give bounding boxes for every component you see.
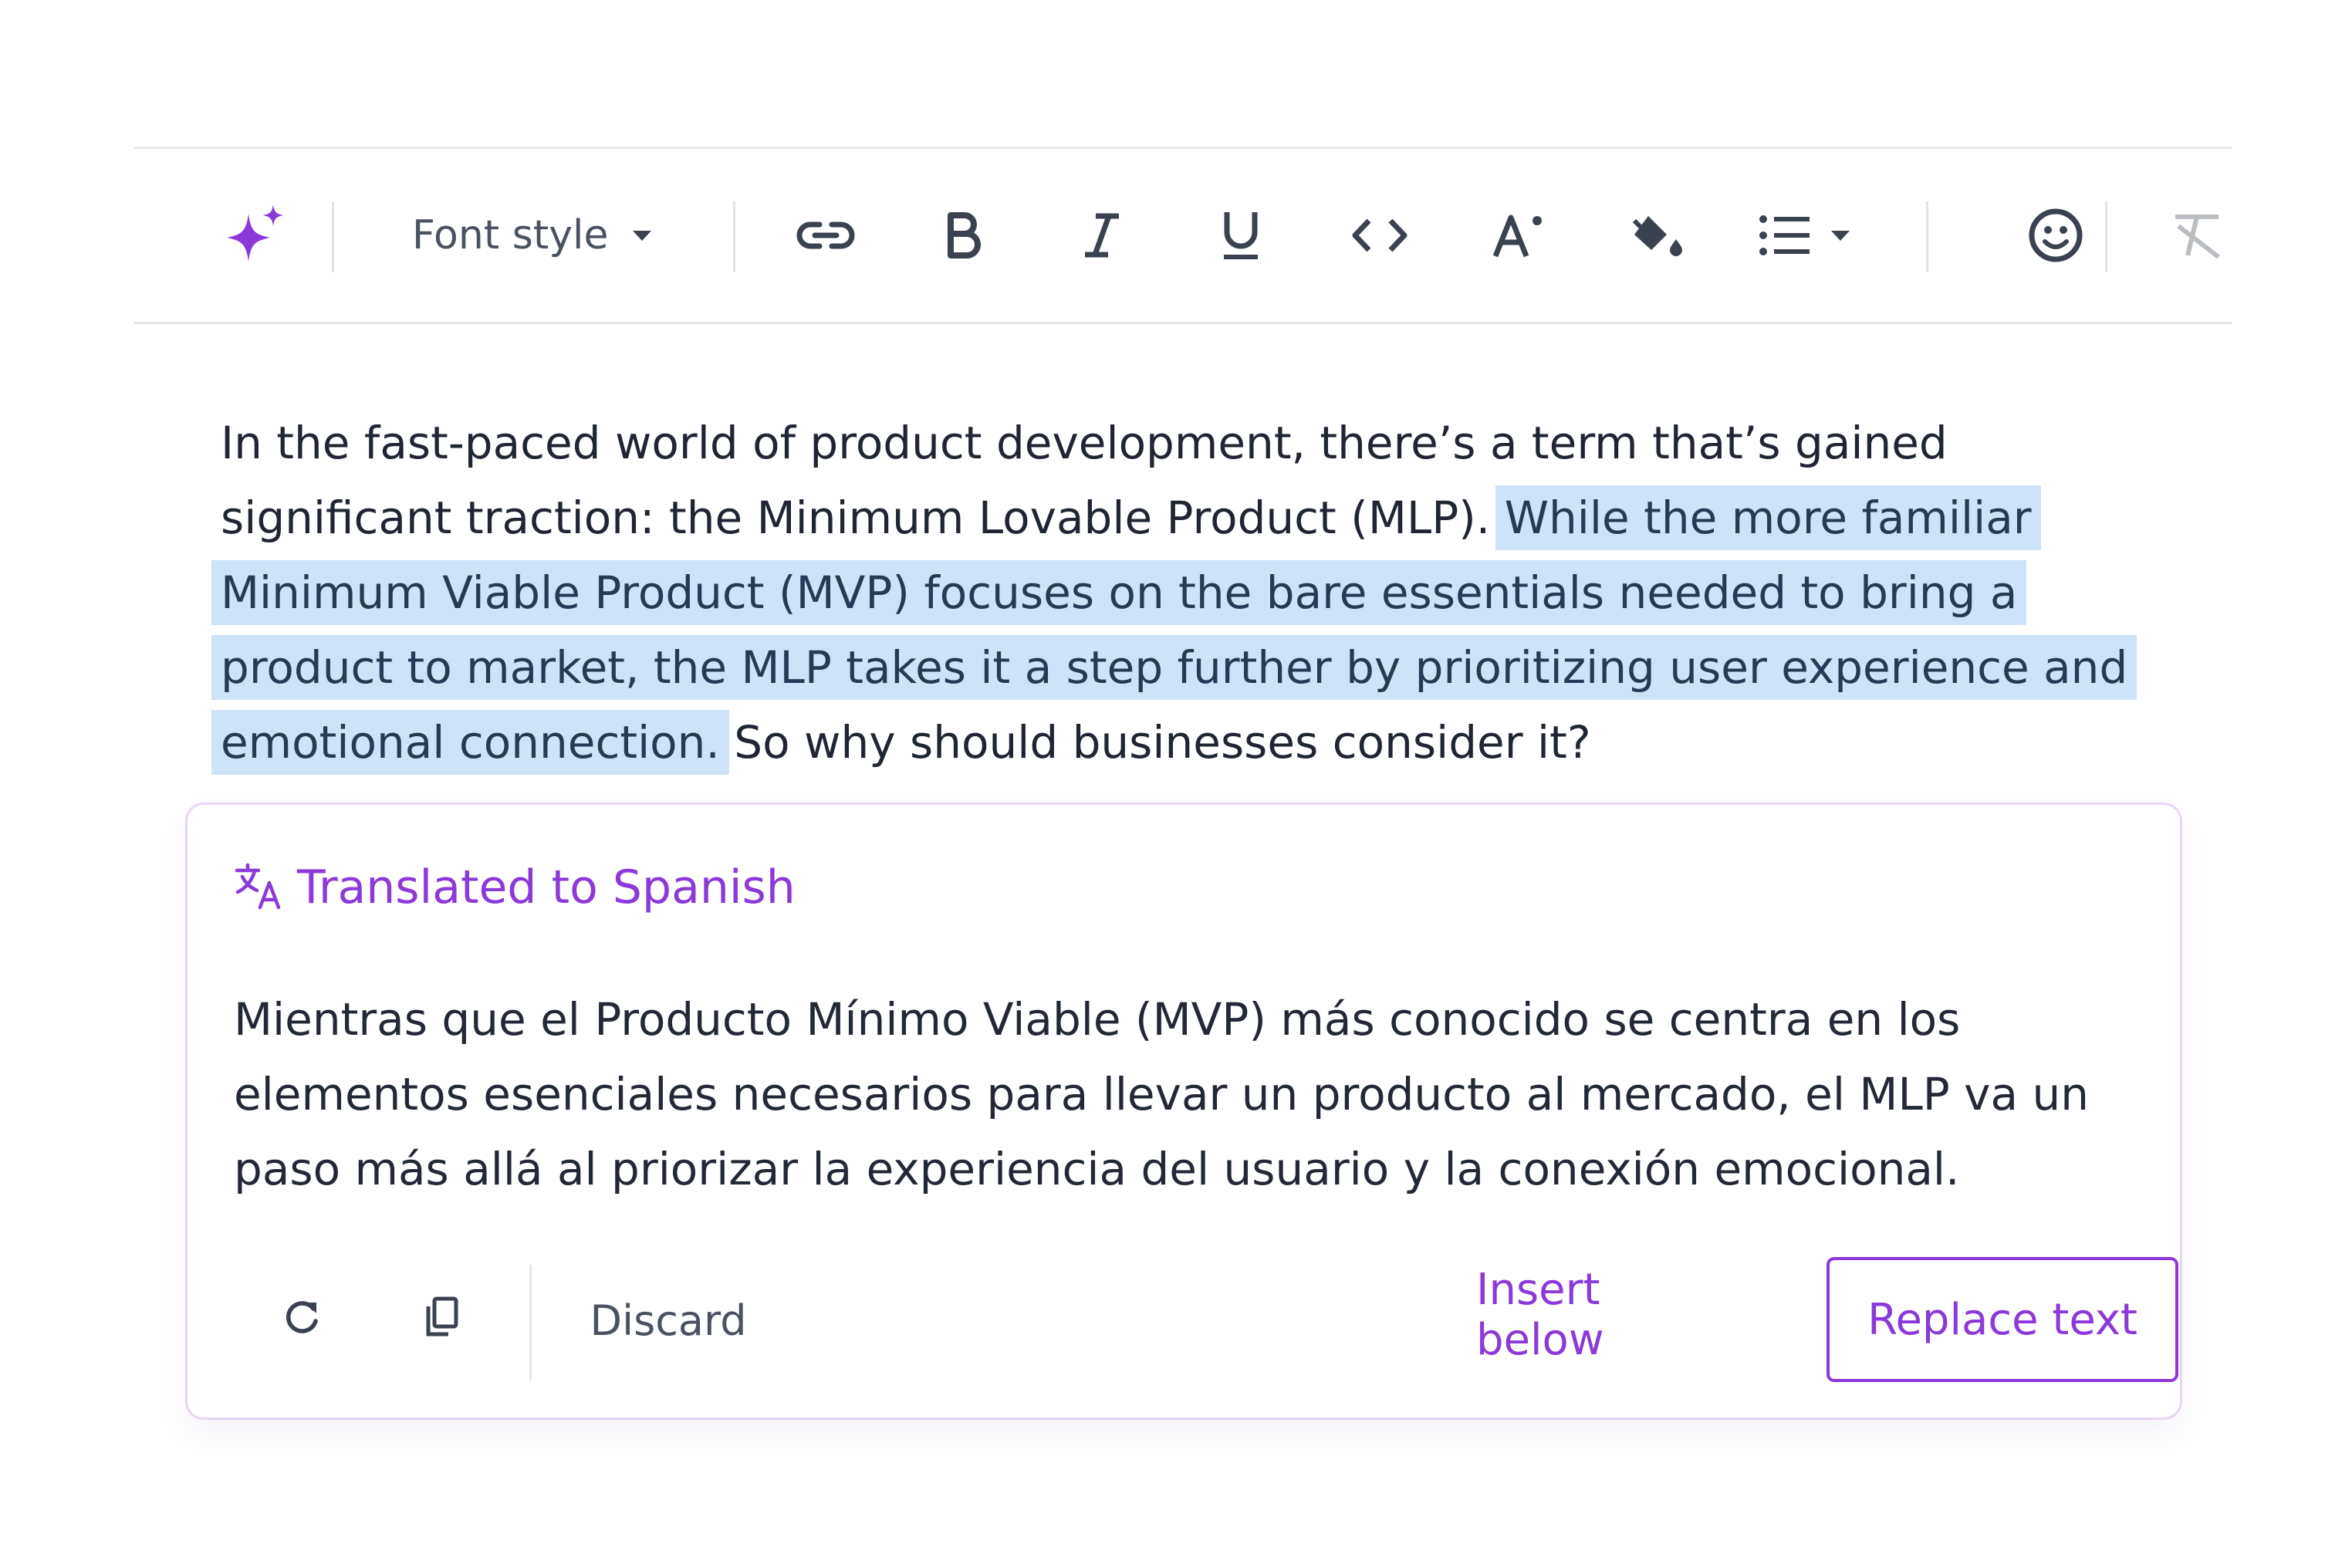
copy-icon [424,1296,461,1342]
italic-icon [1082,212,1122,259]
toolbar-separator [733,201,735,272]
discard-button[interactable]: Discard [587,1283,749,1357]
chevron-down-icon [631,228,653,242]
text-size-icon [1492,211,1545,259]
font-style-label: Font style [412,212,609,259]
sparkle-icon [224,203,289,268]
fill-color-button[interactable] [1619,149,1696,322]
emoji-button[interactable] [2017,149,2094,322]
italic-button[interactable] [1063,149,1141,322]
refresh-icon [282,1298,321,1340]
regenerate-button[interactable] [271,1288,333,1350]
translation-header: Translated to Spanish [234,860,796,914]
code-button[interactable] [1341,149,1418,322]
fill-color-icon [1631,213,1684,258]
clear-format-button[interactable] [2164,149,2232,322]
paragraph-text-after: So why should businesses consider it? [719,716,1591,769]
bold-button[interactable] [924,149,1002,322]
ai-assistant-button[interactable] [216,149,296,322]
replace-text-button[interactable]: Replace text [1827,1257,2178,1382]
font-style-dropdown[interactable]: Font style [412,149,690,322]
editor-content[interactable]: In the fast-paced world of product devel… [211,406,2150,780]
bullet-list-dropdown[interactable] [1747,149,1863,322]
translation-title: Translated to Spanish [297,860,796,914]
code-icon [1352,218,1407,253]
actions-separator [529,1265,532,1380]
bullet-list-icon [1759,213,1811,258]
underline-icon [1221,209,1261,262]
bold-icon [945,212,982,259]
link-icon [796,217,855,254]
toolbar-separator [1926,201,1928,272]
insert-below-button[interactable]: Insert below [1476,1257,1739,1373]
translation-card: Translated to Spanish Mientras que el Pr… [185,803,2182,1420]
toolbar-separator [2105,201,2107,272]
link-button[interactable] [787,149,864,322]
editor-toolbar: Font style [134,147,2232,324]
translate-icon [234,861,283,914]
chevron-down-icon [1830,228,1851,242]
clear-format-icon [2171,211,2225,260]
underline-button[interactable] [1202,149,1279,322]
copy-button[interactable] [411,1288,473,1350]
translated-text: Mientras que el Producto Mínimo Viable (… [234,993,2089,1195]
emoji-icon [2028,208,2083,263]
text-size-button[interactable] [1480,149,1557,322]
toolbar-separator [332,201,334,272]
